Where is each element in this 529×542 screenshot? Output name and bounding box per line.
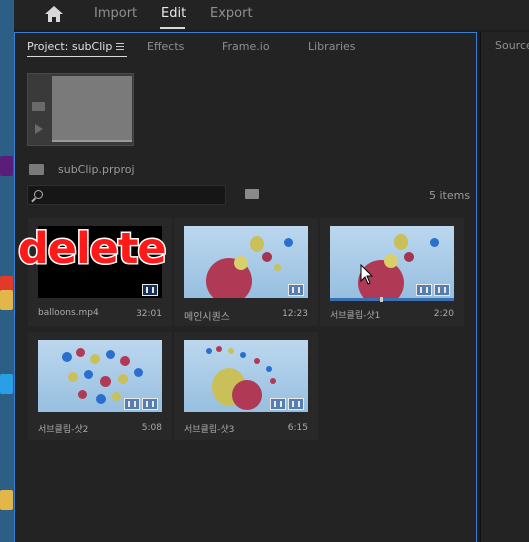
clip-card[interactable]: 메인시퀀스 12:23 (174, 218, 318, 326)
sequence-icon (288, 284, 304, 296)
source-panel-title[interactable]: Source (495, 39, 529, 52)
video-clip-icon (124, 398, 140, 410)
bin-icon (29, 164, 44, 175)
clip-thumbnail[interactable] (184, 226, 308, 298)
tab-export[interactable]: Export (210, 6, 253, 21)
active-tab-indicator (160, 27, 185, 29)
panel-tabs: Project: subClip Effects Frame.io Librar… (15, 33, 476, 59)
workspace-bar: Import Edit Export (14, 0, 529, 30)
folder-icon[interactable] (0, 290, 13, 310)
active-tab-indicator (27, 56, 127, 57)
desktop-app-icon[interactable] (0, 156, 13, 176)
desktop-strip (0, 0, 14, 542)
tab-edit[interactable]: Edit (161, 6, 186, 21)
clip-card[interactable]: 서브클립-샷2 5:08 (28, 332, 172, 440)
clip-name: 메인시퀀스 (184, 312, 230, 323)
video-clip-icon (416, 284, 432, 296)
docker-icon[interactable] (0, 374, 13, 394)
camera-icon (32, 102, 45, 111)
clip-name: balloons.mp4 (38, 308, 99, 318)
mouse-cursor-icon (360, 264, 374, 285)
clip-card[interactable]: 서브클립-샷3 6:15 (174, 332, 318, 440)
video-clip-icon (142, 284, 158, 296)
clip-name: 서브클립-샷1 (330, 311, 381, 321)
source-panel: Source (480, 32, 529, 542)
clip-thumbnail[interactable] (330, 226, 454, 298)
audio-clip-icon (142, 398, 158, 410)
find-icon[interactable] (245, 189, 259, 199)
clip-thumbnail[interactable] (38, 340, 162, 412)
panel-menu-icon[interactable] (116, 43, 124, 50)
clip-name: 서브클립-샷3 (184, 425, 235, 435)
tab-libraries[interactable]: Libraries (308, 40, 356, 53)
play-icon[interactable] (35, 124, 43, 134)
home-icon[interactable] (44, 4, 64, 24)
clip-duration: 32:01 (136, 309, 162, 319)
search-icon (34, 190, 43, 199)
clip-thumbnail[interactable] (184, 340, 308, 412)
delete-overlay-label: delete (17, 223, 169, 276)
video-clip-icon (270, 398, 286, 410)
clip-card[interactable]: 서브클립-샷1 2:20 (320, 218, 464, 326)
clip-name: 서브클립-샷2 (38, 425, 89, 435)
tab-project[interactable]: Project: subClip (27, 40, 112, 53)
tab-import[interactable]: Import (94, 6, 137, 21)
search-input[interactable] (27, 185, 226, 205)
folder-icon[interactable] (0, 490, 13, 510)
preview-thumbnail (27, 73, 134, 146)
clip-duration: 5:08 (141, 423, 162, 433)
playhead-bar[interactable] (330, 297, 454, 302)
clip-duration: 6:15 (287, 423, 308, 433)
tab-frameio[interactable]: Frame.io (222, 40, 270, 53)
item-count: 5 items (429, 189, 471, 202)
audio-clip-icon (434, 284, 450, 296)
project-file-name: subClip.prproj (58, 163, 135, 176)
clip-duration: 12:23 (282, 309, 308, 319)
audio-clip-icon (288, 398, 304, 410)
tab-effects[interactable]: Effects (147, 40, 184, 53)
clip-duration: 2:20 (433, 309, 454, 319)
